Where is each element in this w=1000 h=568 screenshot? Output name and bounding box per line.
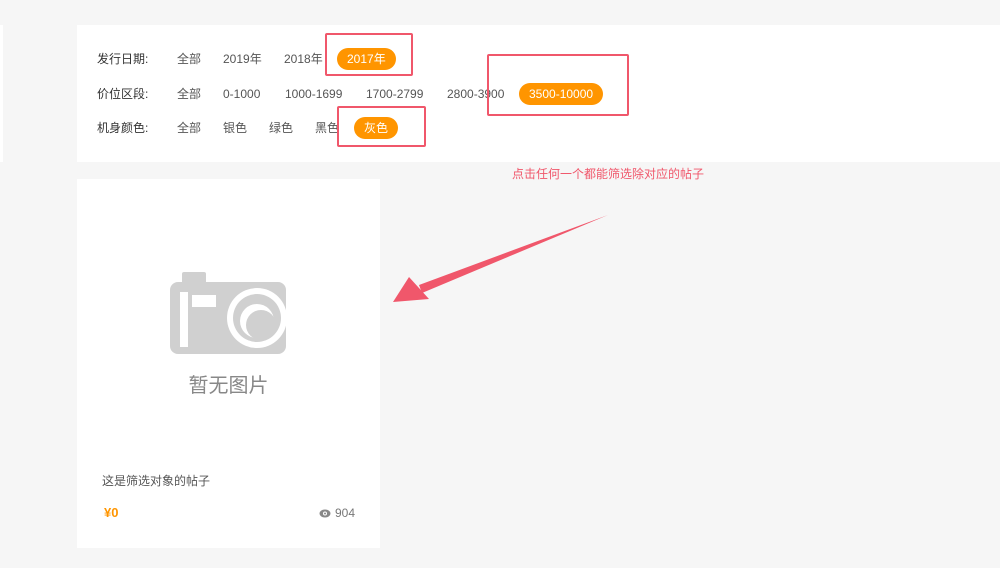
- camera-icon: [170, 272, 287, 354]
- post-card[interactable]: 暂无图片 这是筛选对象的帖子 ¥0 904: [77, 179, 380, 548]
- filter-option-all[interactable]: 全部: [177, 117, 201, 139]
- left-panel-edge: [0, 25, 3, 162]
- filter-option-all[interactable]: 全部: [177, 48, 201, 70]
- post-views: 904: [319, 506, 355, 520]
- filter-option-all[interactable]: 全部: [177, 83, 201, 105]
- filter-option-1000-1699[interactable]: 1000-1699: [285, 83, 342, 105]
- filter-option-1700-2799[interactable]: 1700-2799: [366, 83, 423, 105]
- filter-label-body-color: 机身颜色:: [97, 121, 149, 135]
- filter-label-price-range: 价位区段:: [97, 87, 149, 101]
- filter-label-release-date: 发行日期:: [97, 52, 149, 66]
- post-price: ¥0: [104, 505, 119, 520]
- eye-icon: [319, 509, 331, 517]
- post-view-count: 904: [334, 506, 355, 520]
- annotation-text: 点击任何一个都能筛选除对应的帖子: [512, 167, 705, 181]
- filter-option-silver[interactable]: 银色: [223, 117, 247, 139]
- annotation-arrow-icon: [393, 215, 608, 302]
- post-title[interactable]: 这是筛选对象的帖子: [102, 472, 210, 489]
- filter-option-black[interactable]: 黑色: [315, 117, 339, 139]
- filter-option-2018[interactable]: 2018年: [284, 48, 323, 70]
- image-placeholder: 暂无图片: [77, 179, 380, 459]
- filter-option-2019[interactable]: 2019年: [223, 48, 262, 70]
- highlight-box-release-date: [325, 33, 413, 76]
- highlight-box-price-range: [487, 54, 629, 116]
- filter-option-green[interactable]: 绿色: [269, 117, 293, 139]
- filter-option-0-1000[interactable]: 0-1000: [223, 83, 260, 105]
- no-image-label: 暂无图片: [188, 375, 269, 397]
- highlight-box-body-color: [337, 106, 426, 147]
